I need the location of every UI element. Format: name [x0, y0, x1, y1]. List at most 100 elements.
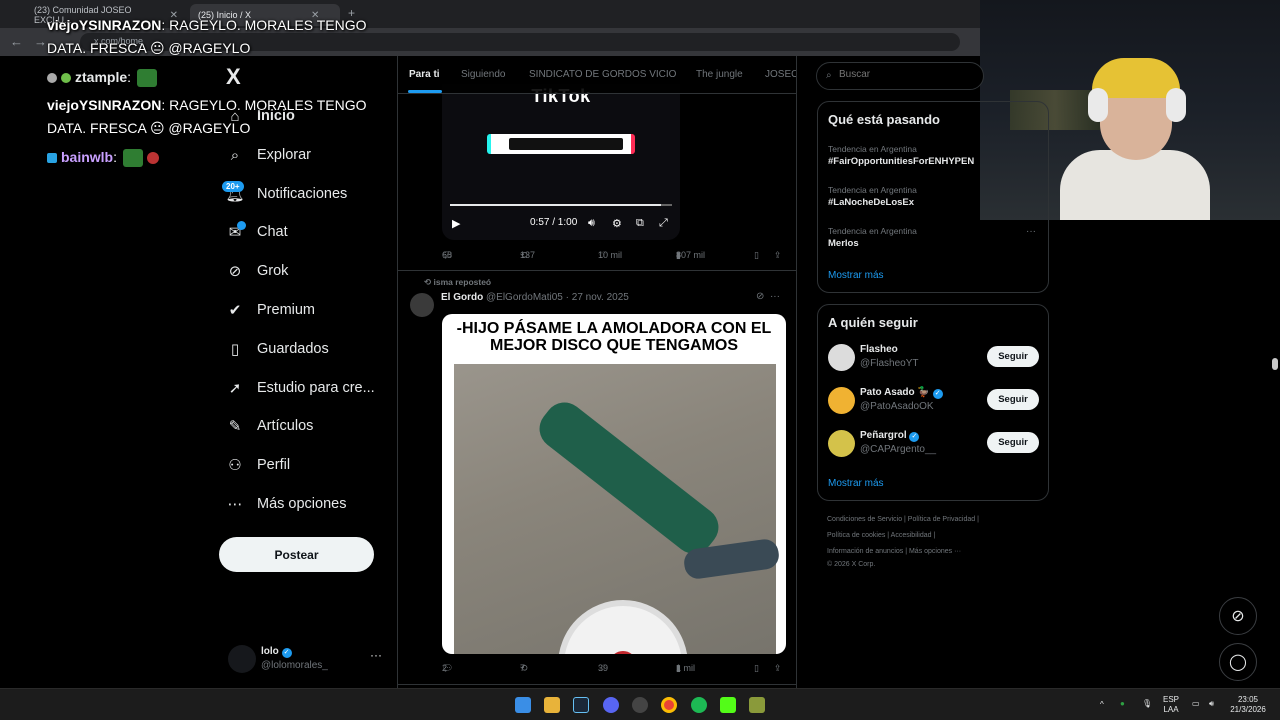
bookmark-icon: ▯ — [230, 341, 240, 358]
nav-articles[interactable]: ✎ Artículos — [226, 414, 314, 438]
emote-icon — [136, 69, 157, 88]
steam-icon[interactable] — [573, 697, 589, 713]
x-logo[interactable]: X — [226, 64, 241, 90]
follow-handle: @FlasheoYT — [860, 358, 919, 369]
tray-chevron-icon[interactable]: ^ — [1100, 700, 1104, 710]
chat-username: viejoYSINRAZON — [47, 97, 162, 113]
share-icon[interactable]: ⇪ — [774, 663, 782, 674]
post-actions: 💬︎ 68 ⟲ 137 ♡ 10 mil ▮ 807 mil ▯ ⇪ — [442, 250, 782, 261]
search-input[interactable] — [839, 69, 979, 80]
chat-bubble-icon: ◯ — [1229, 654, 1247, 671]
trend-item[interactable]: Merlos — [828, 238, 859, 249]
nav-grok[interactable]: ⊘ Grok — [226, 259, 289, 283]
back-icon[interactable]: ← — [10, 34, 23, 49]
bookmark-icon[interactable]: ▯ — [754, 663, 759, 674]
volume-icon[interactable]: 🔊︎ — [588, 217, 595, 230]
emote-icon — [122, 149, 143, 168]
repost-label: ⟲ isma reposteó — [424, 277, 492, 287]
grok-icon[interactable]: ⊘ — [756, 291, 764, 302]
nav-label: Estudio para cre... — [257, 380, 375, 396]
more-icon[interactable]: ··· — [770, 291, 780, 302]
copyright: © 2026 X Corp. — [827, 561, 876, 568]
video-time: 0:57 / 1:00 — [530, 217, 578, 228]
tab-para-ti[interactable]: Para ti — [409, 69, 440, 80]
mic-icon[interactable]: 🎙︎ — [1142, 699, 1152, 709]
nav-creator-studio[interactable]: ➚ Estudio para cre... — [226, 376, 375, 400]
footer-links[interactable]: Condiciones de Servicio | Política de Pr… — [827, 516, 979, 523]
post-button[interactable]: Postear — [219, 537, 374, 572]
nav-more-options[interactable]: ⋯ Más opciones — [226, 492, 347, 516]
settings-icon[interactable]: ⚙ — [612, 217, 622, 230]
trend-item[interactable]: #FairOpportunitiesForENHYPEN — [828, 156, 974, 167]
kick-icon[interactable] — [720, 697, 736, 713]
chat-badge-dot — [237, 221, 246, 230]
footer-links[interactable]: Información de anuncios | Más opciones ·… — [827, 548, 961, 555]
trend-context: Tendencia en Argentina — [828, 144, 917, 154]
active-tab-indicator — [408, 90, 442, 93]
clock[interactable]: 23:05 21/3/2026 — [1226, 695, 1270, 715]
trend-item[interactable]: #LaNocheDeLosEx — [828, 197, 914, 208]
scrollbar-thumb[interactable] — [1272, 358, 1278, 370]
app-icon[interactable] — [749, 697, 765, 713]
more-icon[interactable]: ··· — [370, 648, 382, 662]
nav-bookmarks[interactable]: ▯ Guardados — [226, 337, 329, 361]
nav-label: Perfil — [257, 457, 291, 473]
start-icon[interactable] — [515, 697, 531, 713]
follow-button[interactable]: Seguir — [987, 346, 1039, 367]
language-indicator[interactable]: ESP LAA — [1163, 695, 1179, 715]
author-handle[interactable]: @ElGordoMati05 — [486, 292, 563, 303]
chat-floating-button[interactable]: ◯ — [1219, 643, 1257, 681]
video-player[interactable]: TikTok ▶ 0:57 / 1:00 🔊︎ ⚙ ⧉ ⤢ — [442, 84, 680, 240]
nav-notifications[interactable]: 🔔︎ Notificaciones — [225, 182, 347, 206]
shield-icon[interactable]: ● — [1120, 699, 1125, 709]
discord-icon[interactable] — [603, 697, 619, 713]
share-icon[interactable]: ⇪ — [774, 250, 782, 261]
chrome-icon[interactable] — [661, 697, 677, 713]
video-progress-bar[interactable] — [450, 204, 672, 206]
follow-title: A quién seguir — [828, 315, 918, 330]
obs-icon[interactable] — [632, 697, 648, 713]
tab-sindicato[interactable]: SINDICATO DE GORDOS VICIO — [529, 69, 676, 80]
search-icon: ⌕ — [230, 146, 240, 164]
tab-the-jungle[interactable]: The jungle — [696, 69, 743, 80]
account-switcher[interactable]: lolo ✓ @lolomorales_ ··· — [228, 644, 388, 674]
network-icon[interactable]: ▭ — [1192, 699, 1200, 709]
nav-profile[interactable]: ⚇ Perfil — [226, 453, 290, 477]
more-icon[interactable]: ··· — [1026, 226, 1036, 237]
chat-message: DATA. FRESCA 😐 @RAGEYLO — [47, 37, 250, 60]
avatar — [828, 344, 855, 371]
show-more-link[interactable]: Mostrar más — [828, 478, 884, 489]
chat-username: ztample — [75, 69, 128, 85]
nav-label: Artículos — [257, 418, 314, 434]
account-name: lolo ✓ — [261, 646, 292, 658]
avatar — [228, 645, 256, 673]
chat-text: DATA. FRESCA 😐 @RAGEYLO — [47, 40, 251, 56]
nav-premium[interactable]: ✔ Premium — [226, 298, 315, 322]
volume-icon[interactable]: 🔊︎ — [1209, 699, 1214, 709]
author-name[interactable]: El Gordo — [441, 292, 483, 303]
show-more-link[interactable]: Mostrar más — [828, 270, 884, 281]
tab-siguiendo[interactable]: Siguiendo — [461, 69, 505, 80]
follow-button[interactable]: Seguir — [987, 389, 1039, 410]
follow-suggestion[interactable]: Peñargrol ✓ @CAPArgento__ Seguir — [828, 427, 1040, 461]
follow-suggestion[interactable]: Pato Asado 🦆 ✓ @PatoAsadoOK Seguir — [828, 384, 1040, 418]
pip-icon[interactable]: ⧉ — [636, 217, 644, 230]
post-image[interactable]: -HIJO PÁSAME LA AMOLADORA CON EL MEJOR D… — [442, 314, 786, 654]
chat-message: viejoYSINRAZON: RAGEYLO. MORALES TENGO — [47, 97, 367, 113]
follow-button[interactable]: Seguir — [987, 432, 1039, 453]
fullscreen-icon[interactable]: ⤢ — [659, 217, 668, 230]
search-box[interactable]: ⌕ — [816, 62, 984, 90]
bookmark-icon[interactable]: ▯ — [754, 250, 759, 261]
tab-joseo[interactable]: JOSEO — [765, 69, 796, 80]
grok-floating-button[interactable]: ⊘ — [1219, 597, 1257, 635]
avatar — [828, 387, 855, 414]
play-icon[interactable]: ▶ — [452, 217, 460, 230]
forward-icon[interactable]: → — [34, 34, 47, 49]
spotify-icon[interactable] — [691, 697, 707, 713]
file-explorer-icon[interactable] — [544, 697, 560, 713]
nav-explore[interactable]: ⌕ Explorar — [226, 143, 311, 167]
follow-suggestion[interactable]: Flasheo @FlasheoYT Seguir — [828, 341, 1040, 375]
footer-links[interactable]: Política de cookies | Accesibilidad | — [827, 532, 935, 539]
avatar[interactable] — [410, 293, 434, 317]
nav-chat[interactable]: ✉ Chat — [226, 220, 288, 244]
